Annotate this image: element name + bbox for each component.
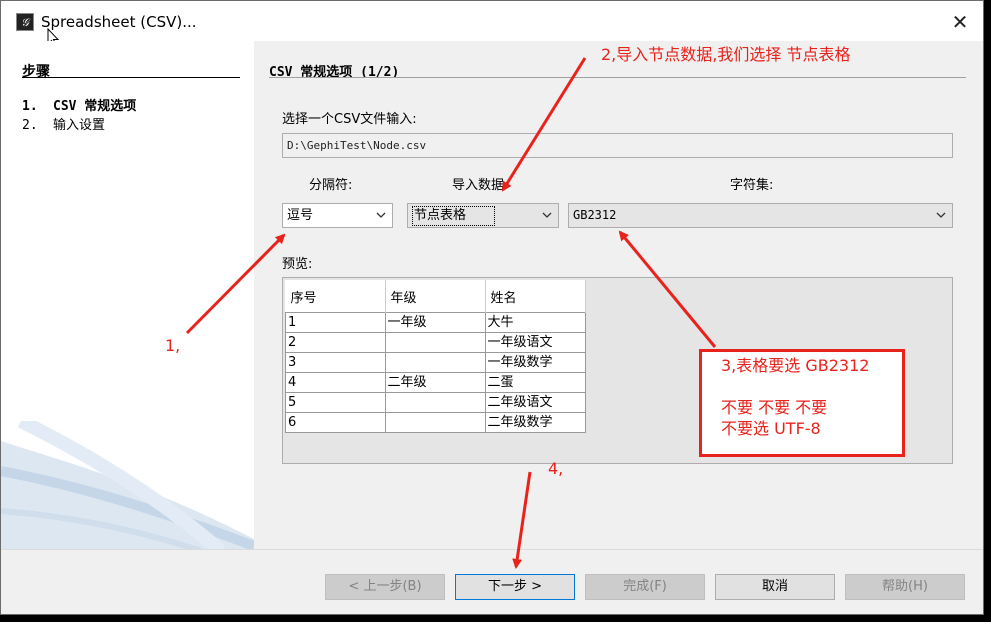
annotation-3-box: 3,表格要选 GB2312 不要 不要 不要 不要选 UTF-8 xyxy=(699,349,905,457)
arrow-4 xyxy=(512,471,532,569)
arrow-1 xyxy=(185,233,286,335)
annotation-4: 4, xyxy=(548,459,564,478)
annotation-3-line1: 3,表格要选 GB2312 xyxy=(721,356,870,375)
arrow-3 xyxy=(618,230,717,348)
annotation-3-line2: 不要 不要 不要 xyxy=(721,398,828,417)
annotation-2: 2,导入节点数据,我们选择 节点表格 xyxy=(601,45,851,64)
annotation-1: 1, xyxy=(165,336,181,355)
arrow-2 xyxy=(501,57,587,192)
annotation-3-line3: 不要选 UTF-8 xyxy=(721,419,821,438)
annotation-arrows xyxy=(185,57,717,569)
